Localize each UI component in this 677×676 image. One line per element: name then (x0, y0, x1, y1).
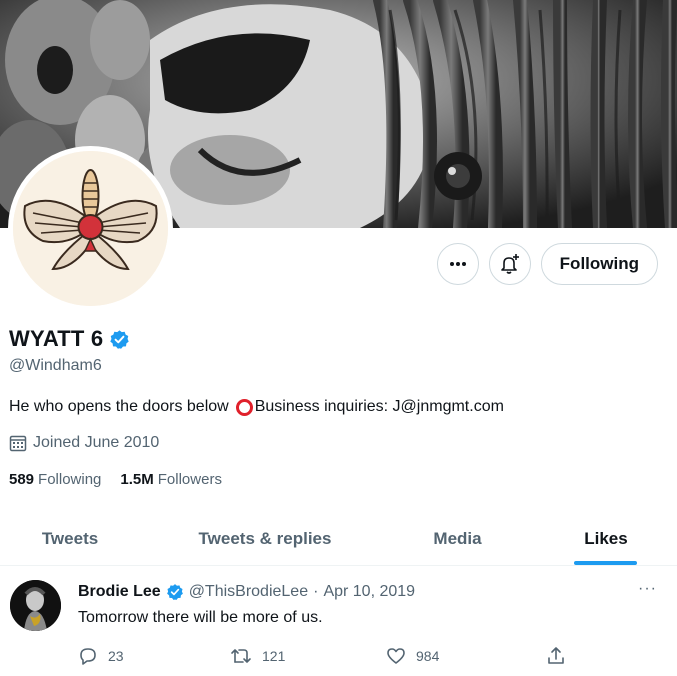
tweet-more-button[interactable]: ··· (638, 580, 657, 598)
more-icon (449, 262, 466, 266)
verified-badge-icon (110, 329, 129, 349)
profile-tabs: Tweets Tweets & replies Media Likes (0, 512, 677, 566)
following-button[interactable]: Following (540, 243, 658, 285)
reply-icon (80, 648, 96, 665)
share-button[interactable] (546, 646, 566, 666)
tweet[interactable]: Brodie Lee @ThisBrodieLee · Apr 10, 2019… (0, 566, 677, 676)
tweet-author-name[interactable]: Brodie Lee (78, 583, 161, 601)
like-count: 984 (416, 648, 440, 664)
tweet-author-avatar[interactable] (10, 580, 61, 631)
tweet-author-handle[interactable]: @ThisBrodieLee (189, 583, 308, 601)
retweet-button[interactable]: 121 (230, 646, 285, 666)
like-button[interactable]: 984 (386, 646, 439, 666)
display-name: WYATT 6 (9, 326, 104, 351)
tweet-separator: · (313, 583, 319, 600)
bio-text: He who opens the doors below (9, 398, 229, 415)
more-button[interactable] (436, 243, 479, 285)
followers-stat[interactable]: 1.5M Followers (120, 471, 222, 488)
following-count: 589 (9, 471, 35, 488)
moth-logo-image (13, 151, 168, 306)
verified-badge-icon (166, 584, 183, 600)
red-circle-emoji-icon (235, 398, 253, 416)
tweet-date[interactable]: Apr 10, 2019 (323, 583, 415, 601)
notification-bell-plus-icon (500, 254, 519, 274)
active-tab-indicator (574, 561, 637, 565)
reply-count: 23 (108, 648, 124, 664)
joined-text: Joined June 2010 (33, 434, 160, 451)
bio-business-text: Business inquiries: J@jnmgmt.com (254, 398, 504, 415)
tab-likes[interactable]: Likes (535, 512, 677, 566)
notifications-button[interactable] (488, 243, 531, 285)
like-icon (387, 648, 405, 664)
profile-bio: He who opens the doors below Business in… (9, 398, 504, 416)
tab-media[interactable]: Media (390, 512, 525, 566)
tab-tweets[interactable]: Tweets (0, 512, 140, 566)
tweet-header: Brodie Lee @ThisBrodieLee · Apr 10, 2019 (78, 583, 415, 601)
followers-label: Followers (157, 471, 222, 488)
share-icon (548, 647, 564, 664)
profile-avatar[interactable] (8, 146, 173, 311)
reply-button[interactable]: 23 (78, 646, 124, 666)
calendar-icon (9, 435, 27, 452)
tweet-text: Tomorrow there will be more of us. (78, 609, 323, 626)
profile-name-row: WYATT 6 (9, 326, 130, 352)
followers-count: 1.5M (120, 471, 154, 488)
tweet-actions: 23 121 984 (78, 646, 578, 668)
following-stat[interactable]: 589 Following (9, 471, 101, 488)
profile-handle: @Windham6 (9, 357, 102, 374)
retweet-count: 121 (262, 648, 286, 664)
author-avatar-image (10, 580, 61, 631)
profile-actions: Following (436, 243, 658, 285)
joined-date: Joined June 2010 (9, 434, 159, 452)
retweet-icon (231, 649, 251, 663)
follow-stats: 589 Following 1.5M Followers (9, 471, 222, 488)
following-label: Following (38, 471, 102, 488)
tab-tweets-replies[interactable]: Tweets & replies (140, 512, 390, 566)
